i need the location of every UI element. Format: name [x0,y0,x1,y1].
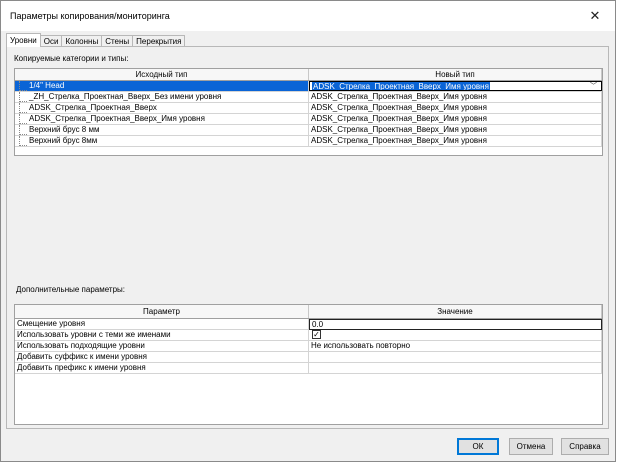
target-type-dropdown[interactable]: ADSK_Стрелка_Проектная_Вверх_Имя уровня ﹀ [309,81,602,91]
source-type: ADSK_Стрелка_Проектная_Вверх_Имя уровня [29,114,205,123]
background-window-edge [616,0,624,462]
target-type: ADSK_Стрелка_Проектная_Вверх_Имя уровня [312,82,490,91]
chevron-down-icon[interactable]: ﹀ [590,82,597,90]
dialog-window: Параметры копирования/мониторинга ✕ Уров… [0,0,616,462]
table-row[interactable]: ADSK_Стрелка_Проектная_Вверх ADSK_Стрелк… [15,103,602,114]
tab-levels[interactable]: Уровни [6,33,41,47]
categories-table: Исходный тип Новый тип 1/4" Head ADSK_Ст… [14,68,603,156]
prefix-input[interactable] [309,363,602,373]
table-row[interactable]: _ZH_Стрелка_Проектная_Вверх_Без имени ур… [15,92,602,103]
help-button[interactable]: Справка [561,438,609,455]
param-name: Добавить суффикс к имени уровня [15,352,309,362]
param-row-prefix[interactable]: Добавить префикс к имени уровня [15,363,602,374]
tree-line [19,125,27,135]
categories-label: Копируемые категории и типы: [14,54,129,63]
param-name: Использовать подходящие уровни [15,341,309,351]
tree-line [19,92,27,102]
target-type[interactable]: ADSK_Стрелка_Проектная_Вверх_Имя уровня [309,92,602,102]
ok-button[interactable]: ОК [457,438,499,455]
tree-line [19,81,27,91]
source-type: _ZH_Стрелка_Проектная_Вверх_Без имени ур… [29,92,222,101]
tree-line [19,103,27,113]
params-table: Параметр Значение Смещение уровня 0.0 Ис… [14,304,603,425]
params-header: Параметр Значение [15,305,602,319]
target-type[interactable]: ADSK_Стрелка_Проектная_Вверх_Имя уровня [309,125,602,135]
param-row-offset[interactable]: Смещение уровня 0.0 [15,319,602,330]
table-row[interactable]: Верхний брус 8мм ADSK_Стрелка_Проектная_… [15,136,602,147]
param-name: Смещение уровня [15,319,309,329]
target-type[interactable]: ADSK_Стрелка_Проектная_Вверх_Имя уровня [309,136,602,146]
source-type: ADSK_Стрелка_Проектная_Вверх [29,103,157,112]
matching-levels-select[interactable]: Не использовать повторно [309,341,602,351]
tree-line [19,136,27,146]
column-header-target[interactable]: Новый тип [309,69,602,80]
title-bar[interactable]: Параметры копирования/мониторинга ✕ [1,1,615,31]
param-name: Использовать уровни с теми же именами [15,330,309,340]
cancel-button[interactable]: Отмена [509,438,553,455]
table-row[interactable]: ADSK_Стрелка_Проектная_Вверх_Имя уровня … [15,114,602,125]
level-offset-input[interactable]: 0.0 [309,319,602,330]
param-row-matching[interactable]: Использовать подходящие уровни Не исполь… [15,341,602,352]
param-row-same-names[interactable]: Использовать уровни с теми же именами ✓ [15,330,602,341]
target-type[interactable]: ADSK_Стрелка_Проектная_Вверх_Имя уровня [309,103,602,113]
suffix-input[interactable] [309,352,602,362]
categories-header: Исходный тип Новый тип [15,69,602,81]
same-names-checkbox[interactable]: ✓ [312,330,321,339]
param-name: Добавить префикс к имени уровня [15,363,309,373]
target-type[interactable]: ADSK_Стрелка_Проектная_Вверх_Имя уровня [309,114,602,124]
source-type: Верхний брус 8мм [29,136,98,145]
params-label: Дополнительные параметры: [16,285,125,294]
table-row[interactable]: Верхний брус 8 мм ADSK_Стрелка_Проектная… [15,125,602,136]
tree-line [19,114,27,124]
source-type: Верхний брус 8 мм [29,125,100,134]
dialog-title: Параметры копирования/мониторинга [10,11,170,21]
column-header-value[interactable]: Значение [309,305,602,318]
close-icon[interactable]: ✕ [585,6,605,26]
param-row-suffix[interactable]: Добавить суффикс к имени уровня [15,352,602,363]
column-header-parameter[interactable]: Параметр [15,305,309,318]
column-header-source[interactable]: Исходный тип [15,69,309,80]
tab-bar: Уровни Оси Колонны Стены Перекрытия [6,33,186,47]
tab-panel: Копируемые категории и типы: Исходный ти… [6,46,609,429]
table-row[interactable]: 1/4" Head ADSK_Стрелка_Проектная_Вверх_И… [15,81,602,92]
source-type: 1/4" Head [29,81,65,90]
